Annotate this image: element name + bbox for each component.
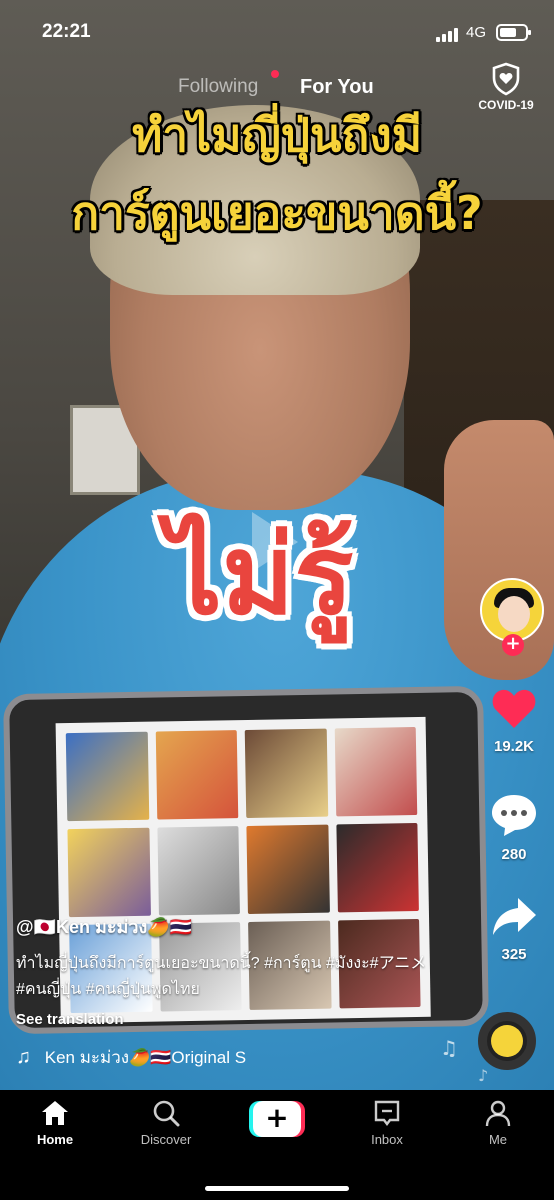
manga-thumbnail [65, 731, 149, 822]
music-note-icon: ♫ [440, 1036, 458, 1060]
feed-tabs: Following For You [0, 76, 554, 102]
follow-button[interactable]: + [502, 634, 524, 656]
manga-thumbnail [246, 824, 330, 914]
tab-discover-label: Discover [140, 1132, 192, 1147]
status-bar: 22:21 4G [0, 0, 554, 64]
cellular-signal-icon [436, 26, 462, 42]
like-count: 19.2K [493, 738, 535, 755]
video-caption-line1: ทำไมญี่ปุ่นถึงมี [131, 108, 423, 162]
manga-thumbnail [155, 730, 239, 820]
battery-icon [496, 24, 531, 41]
inbox-icon [374, 1100, 400, 1126]
music-note-icon: ♪ [478, 1066, 489, 1085]
plus-icon: + [253, 1101, 301, 1137]
comment-bubble-icon [492, 795, 536, 836]
profile-icon [485, 1100, 511, 1127]
tab-for-you[interactable]: For You [300, 76, 374, 99]
covid-label: COVID-19 [478, 98, 534, 112]
sound-link[interactable]: ♫ Ken มะม่วง🥭🇹🇭Original S [16, 1044, 246, 1071]
heart-icon [492, 689, 536, 728]
video-overlay-word: ไม่รู้ [166, 511, 354, 639]
tab-following[interactable]: Following [178, 76, 258, 98]
share-arrow-icon [493, 898, 536, 935]
share-count: 325 [501, 946, 527, 963]
comment-button[interactable]: 280 [474, 792, 554, 863]
tab-me-label: Me [488, 1132, 508, 1147]
post-description[interactable]: ทำไมญี่ปุ่นถึงมีการ์ตูนเยอะขนาดนี้? #การ… [16, 951, 436, 1003]
search-icon [153, 1100, 180, 1127]
covid-info-button[interactable]: COVID-19 [472, 62, 540, 112]
tab-discover[interactable]: Discover [121, 1098, 211, 1147]
like-button[interactable]: 19.2K [474, 686, 554, 755]
manga-thumbnail [335, 823, 419, 913]
manga-thumbnail [67, 827, 151, 918]
tab-home[interactable]: Home [10, 1098, 100, 1147]
following-notification-dot [271, 70, 279, 78]
sound-disc-avatar [491, 1025, 523, 1057]
manga-thumbnail [244, 728, 328, 818]
manga-thumbnail [156, 826, 240, 916]
post-info: @🇯🇵Ken มะม่วง🥭🇹🇭 ทำไมญี่ปุ่นถึงมีการ์ตูน… [16, 912, 436, 1028]
tab-inbox-label: Inbox [371, 1132, 403, 1147]
shield-heart-icon [492, 62, 520, 96]
manga-thumbnail [334, 727, 418, 817]
status-time: 22:21 [42, 21, 91, 42]
music-note-icon: ♫ [16, 1046, 31, 1068]
home-indicator [205, 1186, 349, 1191]
sound-disc-button[interactable] [478, 1012, 536, 1070]
video-caption: ทำไมญี่ปุ่นถึงมี การ์ตูนเยอะขนาดนี้? [0, 96, 554, 252]
network-type: 4G [466, 24, 487, 41]
video-caption-line2: การ์ตูนเยอะขนาดนี้? [71, 186, 483, 240]
creator-avatar-button[interactable]: + [480, 578, 544, 656]
creator-username[interactable]: @🇯🇵Ken มะม่วง🥭🇹🇭 [16, 912, 436, 941]
tab-home-label: Home [36, 1132, 74, 1147]
battery-level [500, 28, 516, 37]
comment-count: 280 [501, 846, 527, 863]
tab-me[interactable]: Me [453, 1098, 543, 1147]
sound-title: Ken มะม่วง🥭🇹🇭Original S [44, 1048, 247, 1067]
tab-inbox[interactable]: Inbox [342, 1098, 432, 1147]
create-button[interactable]: + [249, 1101, 305, 1137]
see-translation-link[interactable]: See translation [16, 1011, 436, 1028]
share-button[interactable]: 325 [474, 896, 554, 963]
home-icon [42, 1101, 68, 1125]
